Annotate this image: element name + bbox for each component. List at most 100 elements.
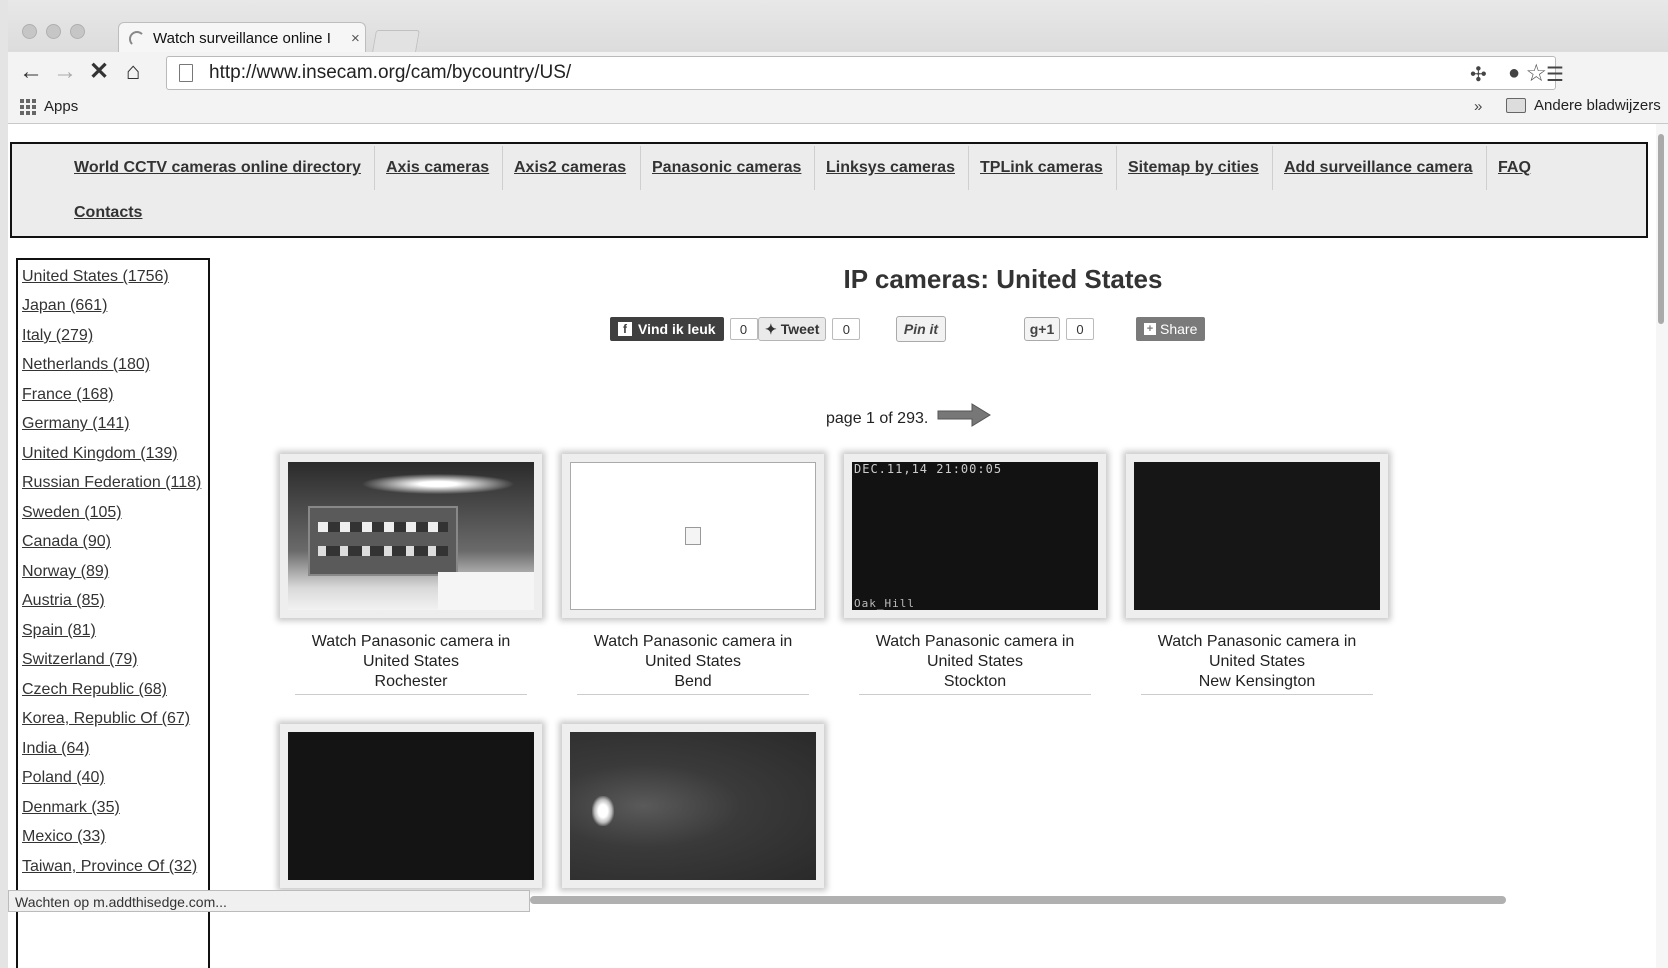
country-link[interactable]: Korea, Republic Of (67)	[22, 710, 190, 728]
browser-tab[interactable]: Watch surveillance online I ×	[118, 22, 366, 54]
camera-thumbnail-frame[interactable]	[562, 724, 824, 888]
camera-snapshot-image[interactable]	[570, 732, 816, 880]
google-plus-button[interactable]: g+1	[1024, 317, 1060, 341]
country-link[interactable]: United States (1756)	[22, 268, 169, 286]
nav-link-axis2[interactable]: Axis2 cameras	[514, 159, 626, 177]
camera-card[interactable]	[562, 724, 824, 888]
country-link[interactable]: Denmark (35)	[22, 799, 120, 817]
nav-link-add-camera[interactable]: Add surveillance camera	[1284, 159, 1473, 177]
nav-link-sitemap[interactable]: Sitemap by cities	[1128, 159, 1259, 177]
bookmarks-overflow-chevron[interactable]: »	[1474, 98, 1482, 115]
camera-snapshot-image[interactable]	[288, 732, 534, 880]
tab-close-button[interactable]: ×	[351, 30, 360, 47]
country-link[interactable]: Poland (40)	[22, 769, 105, 787]
nav-link-directory[interactable]: World CCTV cameras online directory	[74, 159, 361, 177]
camera-snapshot-image[interactable]	[1134, 462, 1380, 610]
menu-icon[interactable]: ☰	[1546, 62, 1564, 87]
nav-link-faq[interactable]: FAQ	[1498, 159, 1531, 177]
camera-card[interactable]: Watch Panasonic camera in United States …	[280, 454, 542, 695]
url-text[interactable]: http://www.insecam.org/cam/bycountry/US/	[209, 62, 1525, 84]
camera-caption[interactable]: Watch Panasonic camera in United States …	[1126, 632, 1388, 695]
country-link[interactable]: Russian Federation (118)	[22, 474, 201, 492]
camera-card[interactable]: Watch Panasonic camera in United States …	[1126, 454, 1388, 695]
nav-link-contacts[interactable]: Contacts	[74, 204, 142, 222]
camera-caption[interactable]: Watch Panasonic camera in United States …	[844, 632, 1106, 695]
caption-country: United States	[644, 653, 742, 670]
apps-bookmark[interactable]: Apps	[20, 98, 78, 115]
country-link[interactable]: Italy (279)	[22, 327, 93, 345]
camera-snapshot-image[interactable]: DEC.11,14 21:00:05 Oak_Hill	[852, 462, 1098, 610]
country-link[interactable]: Mexico (33)	[22, 828, 106, 846]
country-link[interactable]: Canada (90)	[22, 533, 111, 551]
country-link[interactable]: Austria (85)	[22, 592, 105, 610]
close-window-button[interactable]	[22, 24, 37, 39]
scrollbar-thumb[interactable]	[1658, 134, 1664, 324]
caption-country: United States	[1208, 653, 1306, 670]
country-link[interactable]: United Kingdom (139)	[22, 445, 178, 463]
extension-balloon-icon[interactable]: ●	[1508, 62, 1520, 85]
country-link[interactable]: Netherlands (180)	[22, 356, 150, 374]
horizontal-scrollbar[interactable]	[530, 896, 1506, 904]
new-tab-button[interactable]	[372, 30, 420, 52]
tweet-widget[interactable]: ✦ Tweet 0	[758, 316, 861, 342]
other-bookmarks[interactable]: Andere bladwijzers	[1506, 97, 1661, 114]
nav-link-axis[interactable]: Axis cameras	[386, 159, 489, 177]
zoom-window-button[interactable]	[70, 24, 85, 39]
google-plus-count: 0	[1066, 318, 1094, 340]
google-plus-widget[interactable]: g+1 0	[1024, 316, 1094, 342]
browser-toolbar: ← → ✕ ⌂ http://www.insecam.org/cam/bycou…	[8, 52, 1668, 92]
vertical-scrollbar[interactable]	[1656, 124, 1668, 968]
star-icon[interactable]: ☆	[1525, 59, 1547, 88]
home-icon[interactable]: ⌂	[118, 58, 148, 86]
site-navigation: World CCTV cameras online directory Axis…	[10, 142, 1648, 238]
country-link[interactable]: Spain (81)	[22, 622, 96, 640]
camera-card[interactable]: DEC.11,14 21:00:05 Oak_Hill Watch Panaso…	[844, 454, 1106, 695]
share-widget[interactable]: + Share	[1136, 316, 1206, 342]
country-link[interactable]: Switzerland (79)	[22, 651, 138, 669]
country-list: United States (1756) Japan (661) Italy (…	[16, 258, 210, 968]
tab-strip: Watch surveillance online I ×	[8, 0, 1668, 54]
camera-card[interactable]: Watch Panasonic camera in United States …	[562, 454, 824, 695]
stop-icon[interactable]: ✕	[84, 58, 114, 86]
forward-arrow-icon[interactable]: →	[50, 58, 80, 86]
share-button[interactable]: + Share	[1136, 317, 1206, 341]
caption-line: Watch Panasonic camera in	[1157, 633, 1357, 650]
camera-thumbnail-frame[interactable]: DEC.11,14 21:00:05 Oak_Hill	[844, 454, 1106, 618]
camera-thumbnail-frame[interactable]	[562, 454, 824, 618]
caption-line: Watch Panasonic camera in	[875, 633, 1075, 650]
camera-caption[interactable]: Watch Panasonic camera in United States …	[280, 632, 542, 695]
facebook-like-widget[interactable]: f Vind ik leuk 0	[610, 316, 758, 342]
page-title: IP cameras: United States	[843, 264, 1163, 294]
camera-thumbnail-frame[interactable]	[1126, 454, 1388, 618]
camera-snapshot-image[interactable]	[570, 462, 816, 610]
nav-link-panasonic[interactable]: Panasonic cameras	[652, 159, 801, 177]
loading-spinner-icon	[129, 30, 145, 47]
tweet-button[interactable]: ✦ Tweet	[758, 317, 827, 341]
facebook-like-button[interactable]: f Vind ik leuk	[610, 317, 724, 341]
pin-it-button[interactable]: Pin it	[896, 316, 946, 342]
web-page: World CCTV cameras online directory Axis…	[8, 124, 1656, 968]
country-link[interactable]: Sweden (105)	[22, 504, 122, 522]
country-link[interactable]: France (168)	[22, 386, 114, 404]
country-link[interactable]: Norway (89)	[22, 563, 109, 581]
caption-country: United States	[926, 653, 1024, 670]
camera-thumbnail-frame[interactable]	[280, 454, 542, 618]
back-arrow-icon[interactable]: ←	[16, 58, 46, 86]
nav-link-tplink[interactable]: TPLink cameras	[980, 159, 1103, 177]
country-link[interactable]: Japan (661)	[22, 297, 107, 315]
camera-card[interactable]	[280, 724, 542, 888]
country-link[interactable]: Taiwan, Province Of (32)	[22, 858, 197, 876]
minimize-window-button[interactable]	[46, 24, 61, 39]
camera-snapshot-image[interactable]	[288, 462, 534, 610]
country-link[interactable]: India (64)	[22, 740, 90, 758]
nav-link-linksys[interactable]: Linksys cameras	[826, 159, 955, 177]
camera-thumbnail-frame[interactable]	[280, 724, 542, 888]
extension-puzzle-icon[interactable]: ✣	[1470, 62, 1487, 87]
next-page-arrow-icon[interactable]	[936, 402, 992, 428]
pinterest-widget[interactable]: Pin it	[896, 316, 946, 342]
country-link[interactable]: Czech Republic (68)	[22, 681, 167, 699]
camera-caption[interactable]: Watch Panasonic camera in United States …	[562, 632, 824, 695]
facebook-icon: f	[618, 322, 632, 336]
address-bar[interactable]: http://www.insecam.org/cam/bycountry/US/…	[166, 56, 1556, 90]
country-link[interactable]: Germany (141)	[22, 415, 130, 433]
